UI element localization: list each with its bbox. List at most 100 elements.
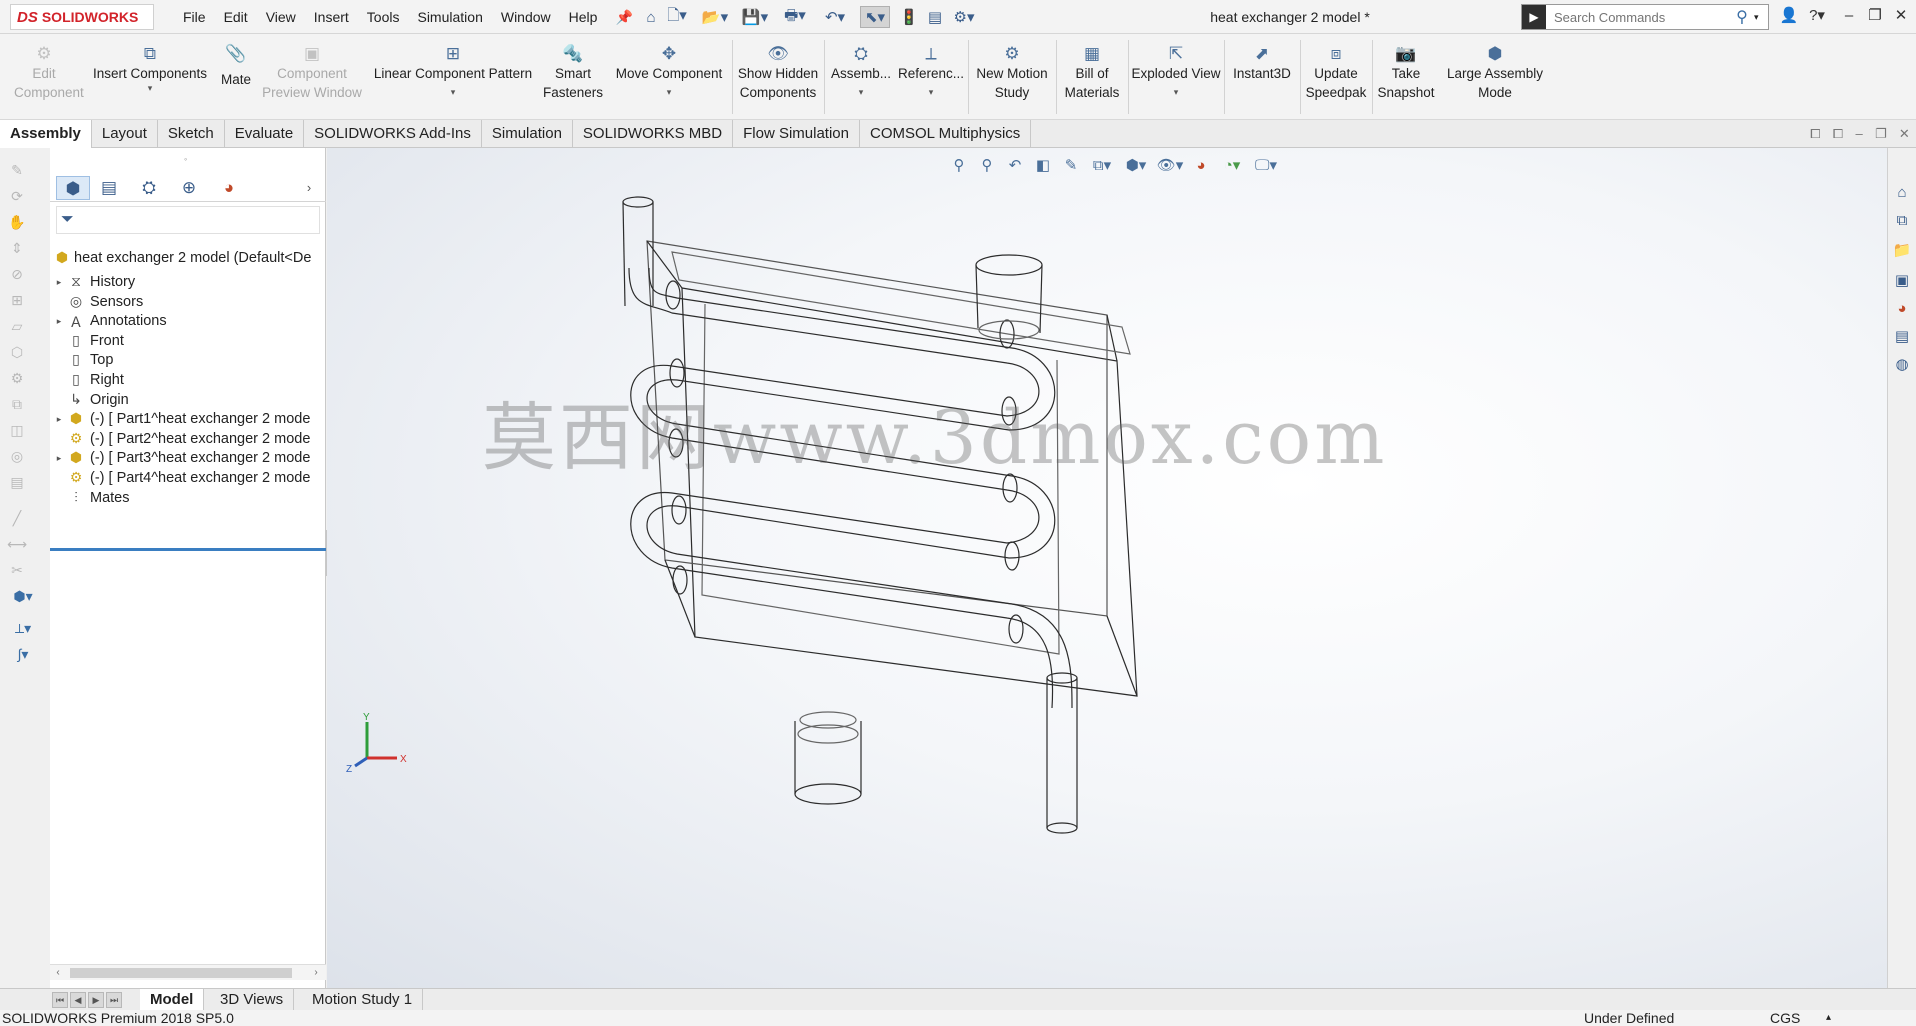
sketch-tool-icon[interactable]: ✎ <box>6 162 28 182</box>
solidworks-forum-icon[interactable]: ◍ <box>1891 354 1913 376</box>
first-tab-icon[interactable]: ⏮ <box>52 992 68 1008</box>
horizontal-scrollbar[interactable]: ‹ › <box>50 964 326 980</box>
chevron-right-icon[interactable]: › <box>292 176 326 200</box>
instant3d-button[interactable]: ⬈ Instant3D <box>1226 34 1298 120</box>
pan-tool-icon[interactable]: ✋ <box>6 214 28 234</box>
curve-tool-icon[interactable]: ∫▾ <box>6 646 40 666</box>
tab-3d-views[interactable]: 3D Views <box>210 989 295 1011</box>
save-icon[interactable]: 💾▾ <box>740 6 770 28</box>
tree-root[interactable]: ⬢ heat exchanger 2 model (Default<De <box>50 246 326 270</box>
dropdown-arrow-icon[interactable]: ▾ <box>667 87 672 97</box>
restore-icon[interactable]: ❐ <box>1864 4 1886 28</box>
dropdown-arrow-icon[interactable]: ▾ <box>859 87 864 97</box>
tab-solidworks-mbd[interactable]: SOLIDWORKS MBD <box>573 120 734 148</box>
menu-window[interactable]: Window <box>492 9 560 25</box>
dropdown-arrow-icon[interactable]: ▾ <box>148 83 153 93</box>
axis-triad[interactable]: Y X Z <box>345 708 415 778</box>
user-icon[interactable]: 👤 <box>1778 4 1800 28</box>
component-preview-window-button[interactable]: ▣ Component Preview Window <box>258 34 366 120</box>
menu-view[interactable]: View <box>257 9 305 25</box>
unit-system[interactable]: CGS <box>1770 1010 1800 1026</box>
tab-model[interactable]: Model <box>140 989 205 1011</box>
menu-edit[interactable]: Edit <box>215 9 257 25</box>
options-gear-icon[interactable]: ⚙▾ <box>950 6 978 28</box>
new-motion-study-button[interactable]: ⚙ New Motion Study <box>970 34 1054 120</box>
plane-tool-icon[interactable]: ▱ <box>6 318 28 338</box>
linear-component-pattern-button[interactable]: ⊞ Linear Component Pattern ▾ <box>368 34 538 120</box>
pattern-tool-icon[interactable]: ⊞ <box>6 292 28 312</box>
show-hidden-components-button[interactable]: 👁 Show Hidden Components <box>734 34 822 120</box>
tab-assembly[interactable]: Assembly <box>0 120 92 148</box>
reference-axis-icon[interactable]: ⟂▾ <box>6 620 40 640</box>
mate-tool-icon[interactable]: ⊘ <box>6 266 28 286</box>
part-tool-icon[interactable]: ⬡ <box>6 344 28 364</box>
tile-left-icon[interactable]: ⧠ <box>1810 126 1820 142</box>
edit-component-button[interactable]: ⚙ Edit Component <box>2 34 86 120</box>
dropdown-arrow-icon[interactable]: ▾ <box>1174 87 1179 97</box>
dropdown-arrow-icon[interactable]: ▾ <box>929 87 934 97</box>
fastener-tool-icon[interactable]: ⚙ <box>6 370 28 390</box>
table-tool-icon[interactable]: ▤ <box>6 474 28 494</box>
menu-simulation[interactable]: Simulation <box>408 9 491 25</box>
dimxpert-tab-icon[interactable]: ⊕ <box>172 176 206 200</box>
trim-tool-icon[interactable]: ✂ <box>6 562 28 582</box>
menu-tools[interactable]: Tools <box>358 9 409 25</box>
reference-geometry-button[interactable]: ⟂ Referenc... ▾ <box>896 34 966 120</box>
tab-evaluate[interactable]: Evaluate <box>225 120 305 148</box>
search-commands-box[interactable]: ▶ ⚲ ▾ <box>1521 4 1769 30</box>
scroll-thumb[interactable] <box>70 968 292 978</box>
prev-tab-icon[interactable]: ◀ <box>70 992 86 1008</box>
new-document-icon[interactable]: 🗋▾ <box>664 6 690 28</box>
expand-arrow-icon[interactable]: ▸ <box>52 414 66 425</box>
expand-arrow-icon[interactable]: ▸ <box>52 316 66 327</box>
filter-field[interactable]: ⏷ <box>56 206 320 234</box>
menu-insert[interactable]: Insert <box>305 9 358 25</box>
large-assembly-mode-button[interactable]: ⬢ Large Assembly Mode <box>1440 34 1550 120</box>
rotate-tool-icon[interactable]: ⟳ <box>6 188 28 208</box>
tab-motion-study-1[interactable]: Motion Study 1 <box>302 989 424 1011</box>
assembly-features-button[interactable]: ⛭ Assemb... ▾ <box>826 34 896 120</box>
tab-flow-simulation[interactable]: Flow Simulation <box>733 120 860 148</box>
tab-layout[interactable]: Layout <box>92 120 158 148</box>
smart-fasteners-button[interactable]: 🔩 Smart Fasteners <box>540 34 606 120</box>
view-palette-icon[interactable]: ▣ <box>1891 270 1913 292</box>
tab-sketch[interactable]: Sketch <box>158 120 225 148</box>
expand-arrow-icon[interactable]: ▸ <box>52 453 66 464</box>
home-icon[interactable]: ⌂ <box>640 6 662 28</box>
last-tab-icon[interactable]: ⏭ <box>106 992 122 1008</box>
panel-grip-icon[interactable]: ◦ <box>184 154 187 164</box>
tab-simulation[interactable]: Simulation <box>482 120 573 148</box>
file-explorer-icon[interactable]: 📁 <box>1891 240 1913 262</box>
mate-button[interactable]: 📎 Mate <box>214 34 258 120</box>
menu-help[interactable]: Help <box>560 9 607 25</box>
bill-of-materials-button[interactable]: ▦ Bill of Materials <box>1058 34 1126 120</box>
update-speedpak-button[interactable]: ⧈ Update Speedpak <box>1302 34 1370 120</box>
rebuild-icon[interactable]: 🚦 <box>898 6 920 28</box>
insert-components-button[interactable]: ⧉ Insert Components ▾ <box>88 34 212 120</box>
search-dropdown-icon[interactable]: ▾ <box>1754 12 1768 23</box>
feature-tree-tab-icon[interactable]: ⬢ <box>56 176 90 200</box>
dropdown-arrow-icon[interactable]: ▾ <box>451 87 456 97</box>
custom-properties-icon[interactable]: ▤ <box>1891 326 1913 348</box>
menu-file[interactable]: File <box>174 9 215 25</box>
tab-comsol-multiphysics[interactable]: COMSOL Multiphysics <box>860 120 1032 148</box>
unit-dropdown-icon[interactable]: ▴ <box>1826 1010 1831 1026</box>
heat-exchanger-model[interactable] <box>327 148 1887 988</box>
tile-right-icon[interactable]: ⧠ <box>1833 126 1843 142</box>
doc-close-icon[interactable]: ✕ <box>1899 126 1910 142</box>
pin-icon[interactable]: 📌 <box>606 9 641 26</box>
assembly-view-icon[interactable]: ⬢▾ <box>6 588 40 608</box>
configuration-manager-tab-icon[interactable]: ⛭ <box>132 176 166 200</box>
open-document-icon[interactable]: 📂▾ <box>700 6 730 28</box>
undo-icon[interactable]: ↶▾ <box>820 6 850 28</box>
doc-minimize-icon[interactable]: – <box>1855 126 1862 141</box>
smart-dimension-icon[interactable]: ⟷ <box>6 536 28 556</box>
minimize-icon[interactable]: – <box>1838 4 1860 28</box>
hole-tool-icon[interactable]: ◎ <box>6 448 28 468</box>
scroll-left-icon[interactable]: ‹ <box>50 965 66 981</box>
tab-solidworks-add-ins[interactable]: SOLIDWORKS Add-Ins <box>304 120 482 148</box>
expand-arrow-icon[interactable]: ▸ <box>52 277 66 288</box>
search-icon[interactable]: ⚲ <box>1730 7 1754 27</box>
next-tab-icon[interactable]: ▶ <box>88 992 104 1008</box>
tree-item-mates[interactable]: ⫶ Mates <box>50 486 326 510</box>
